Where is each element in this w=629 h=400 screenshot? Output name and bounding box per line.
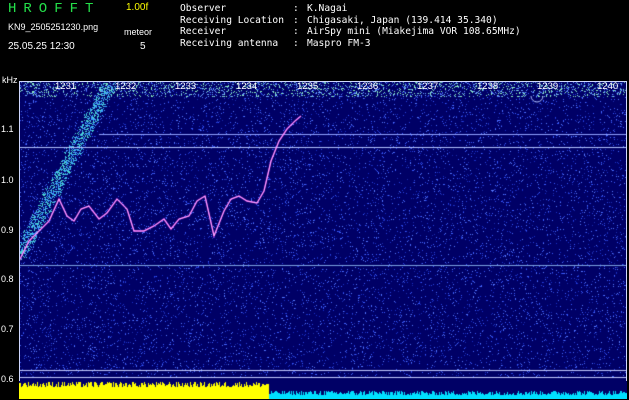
info-key: Receiver: [180, 26, 227, 38]
info-value: AirSpy mini (Miakejima VOR 108.65MHz): [307, 26, 521, 38]
info-value: Maspro FM-3: [307, 37, 371, 49]
time-tick-label: 1238: [477, 81, 499, 92]
time-tick-label: 1233: [175, 81, 197, 92]
spectrogram-canvas: [19, 81, 627, 399]
top-border: [19, 81, 627, 82]
info-key: Receiving antenna: [180, 37, 279, 49]
time-tick-label: 1239: [537, 81, 559, 92]
app-logo: HROFFT: [8, 1, 101, 17]
y-tick-label: 0.9: [1, 225, 14, 235]
info-row-antenna: Receiving antenna: Maspro FM-3: [180, 37, 371, 49]
info-row-location: Receiving Location: Chigasaki, Japan (139…: [180, 14, 498, 26]
time-tick-label: 1240: [597, 81, 619, 92]
frequency-unit-label: kHz: [2, 75, 18, 85]
time-tick-label: 1236: [357, 81, 379, 92]
time-tick-label: 1231: [55, 81, 77, 92]
y-tick-label: 0.8: [1, 274, 14, 284]
mode-label: meteor: [124, 27, 153, 37]
y-tick-label: 1.0: [1, 175, 14, 185]
info-row-observer: Observer: K.Nagai: [180, 3, 348, 14]
info-value: K.Nagai: [307, 3, 348, 14]
y-tick-label: 0.7: [1, 324, 14, 334]
info-value: Chigasaki, Japan (139.414 35.340): [307, 14, 498, 26]
header-panel: HROFFT 1.00f KN9_2505251230.png meteor 2…: [0, 0, 629, 78]
version-label: 1.00f: [126, 2, 149, 13]
time-tick-label: 1234: [236, 81, 258, 92]
right-border: [626, 81, 627, 381]
observation-info: Observer: K.Nagai Receiving Location: Chig…: [180, 3, 521, 49]
mode-value: 5: [140, 41, 146, 52]
info-key: Receiving Location: [180, 14, 284, 26]
filename-label: KN9_2505251230.png: [8, 22, 99, 32]
datetime-label: 25.05.25 12:30: [8, 41, 75, 52]
time-tick-label: 1232: [115, 81, 137, 92]
y-tick-label: 0.6: [1, 374, 14, 384]
info-row-receiver: Receiver: AirSpy mini (Miakejima VOR 108.…: [180, 26, 521, 38]
time-tick-label: 1235: [297, 81, 319, 92]
y-tick-label: 1.1: [1, 124, 14, 134]
time-tick-label: 1237: [417, 81, 439, 92]
info-key: Observer: [180, 3, 227, 14]
left-border: [19, 81, 20, 381]
